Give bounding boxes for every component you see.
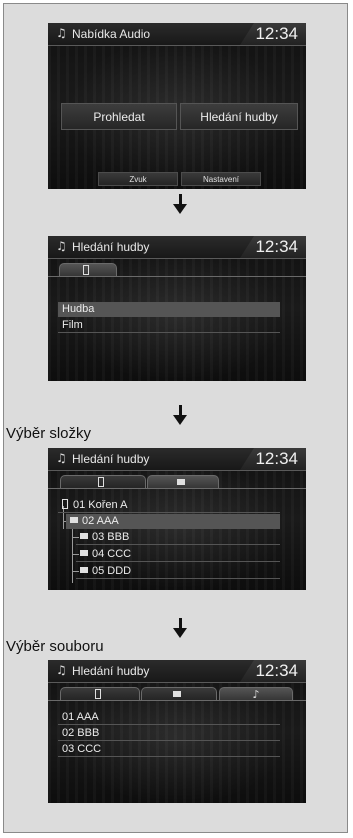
- sound-button[interactable]: Zvuk: [98, 172, 178, 186]
- tab-underline: [48, 700, 306, 701]
- tree-item-folder[interactable]: 05 DDD: [76, 564, 280, 579]
- screen-title: Hledání hudby: [72, 664, 150, 678]
- music-note-icon: ♫: [56, 451, 67, 465]
- usb-icon: [94, 688, 101, 699]
- list-item-file[interactable]: 03 CCC: [58, 742, 280, 757]
- settings-button[interactable]: Nastavení: [181, 172, 261, 186]
- folder-icon: [80, 567, 88, 574]
- tab-usb[interactable]: [60, 687, 140, 701]
- title-bar: ♫ Nabídka Audio 12:34: [48, 23, 306, 46]
- music-note-icon: ♫: [56, 663, 67, 677]
- screen-title: Hledání hudby: [72, 240, 150, 254]
- tab-folder[interactable]: [141, 687, 217, 701]
- usb-icon: [97, 476, 104, 487]
- tab-underline: [48, 276, 306, 277]
- clock-area: 12:34: [240, 660, 306, 682]
- tab-underline: [48, 488, 306, 489]
- list-item-file[interactable]: 02 BBB: [58, 726, 280, 741]
- file-select-label: Výběr souboru: [6, 638, 104, 655]
- screen-title: Nabídka Audio: [72, 27, 151, 41]
- folder-icon: [173, 690, 181, 697]
- item-label: 04 CCC: [92, 548, 132, 560]
- down-arrow-icon: [173, 405, 187, 427]
- folder-icon: [80, 533, 88, 540]
- tab-usb[interactable]: [60, 475, 146, 489]
- search-button[interactable]: Prohledat: [61, 103, 177, 130]
- tree-item-folder[interactable]: 02 AAA: [66, 514, 280, 529]
- tab-usb[interactable]: [59, 263, 117, 277]
- list-item-music[interactable]: Hudba: [58, 302, 280, 317]
- file-select-screen: ♫ Hledání hudby 12:34 ♪ 01 AAA 02 BBB 03…: [48, 660, 306, 803]
- folder-icon: [177, 478, 185, 485]
- usb-icon: [62, 499, 68, 510]
- music-note-icon: ♫: [56, 26, 67, 40]
- clock-area: 12:34: [240, 23, 306, 45]
- item-label: 05 DDD: [92, 565, 132, 577]
- title-bar: ♫ Hledání hudby 12:34: [48, 660, 306, 683]
- tree-item-root[interactable]: 01 Kořen A: [58, 498, 280, 513]
- clock: 12:34: [255, 661, 298, 680]
- tree-item-folder[interactable]: 04 CCC: [76, 547, 280, 562]
- clock-area: 12:34: [240, 236, 306, 258]
- tree-item-folder[interactable]: 03 BBB: [76, 530, 280, 545]
- usb-icon: [82, 264, 89, 275]
- title-bar: ♫ Hledání hudby 12:34: [48, 448, 306, 471]
- tab-file[interactable]: ♪: [219, 687, 293, 701]
- list-item-file[interactable]: 01 AAA: [58, 710, 280, 725]
- down-arrow-icon: [173, 194, 187, 216]
- item-label: 01 Kořen A: [73, 499, 128, 511]
- item-label: 03 BBB: [92, 531, 130, 543]
- down-arrow-icon: [173, 618, 187, 640]
- audio-menu-screen: ♫ Nabídka Audio 12:34 Prohledat Hledání …: [48, 23, 306, 189]
- music-note-icon: ♫: [56, 239, 67, 253]
- clock-area: 12:34: [240, 448, 306, 470]
- music-search-button[interactable]: Hledání hudby: [180, 103, 298, 130]
- clock: 12:34: [255, 449, 298, 468]
- screen-title: Hledání hudby: [72, 452, 150, 466]
- folder-select-screen: ♫ Hledání hudby 12:34 01 Kořen A 02 AAA …: [48, 448, 306, 590]
- list-item-film[interactable]: Film: [58, 318, 280, 333]
- folder-select-label: Výběr složky: [6, 425, 92, 442]
- clock: 12:34: [255, 24, 298, 43]
- folder-icon: [80, 550, 88, 557]
- title-bar: ♫ Hledání hudby 12:34: [48, 236, 306, 259]
- clock: 12:34: [255, 237, 298, 256]
- tab-folder[interactable]: [147, 475, 219, 489]
- item-label: 02 AAA: [82, 515, 119, 527]
- folder-icon: [70, 517, 78, 524]
- music-search-screen: ♫ Hledání hudby 12:34 Hudba Film: [48, 236, 306, 381]
